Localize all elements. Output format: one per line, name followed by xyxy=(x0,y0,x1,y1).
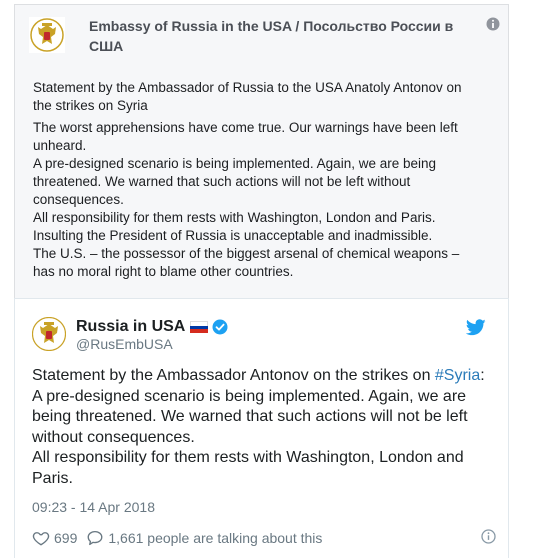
text-line: The U.S. – the possessor of the biggest … xyxy=(33,246,460,261)
text-line: without consequences. xyxy=(32,428,195,446)
text-line: Paris. xyxy=(32,469,73,487)
text-line: Insulting the President of Russia is una… xyxy=(33,228,433,243)
facebook-page-name[interactable]: Embassy of Russia in the USA / Посольств… xyxy=(89,16,489,56)
verified-badge-icon xyxy=(212,319,228,335)
like-button[interactable]: 699 xyxy=(32,529,77,547)
info-icon[interactable] xyxy=(481,529,496,544)
text-line: unheard. xyxy=(33,138,87,153)
text-fragment: : xyxy=(480,367,485,384)
facebook-post-header: Embassy of Russia in the USA / Посольств… xyxy=(25,13,500,57)
tweet-actions: 699 1,661 people are talking about this xyxy=(32,529,331,547)
text-fragment: Statement by the Ambassador Antonov on t… xyxy=(32,367,435,384)
tweet-card: Russia in USA @RusEmbUSA Statement by th… xyxy=(14,298,509,558)
heart-icon xyxy=(32,532,50,546)
like-count: 699 xyxy=(54,530,78,546)
text-line: A pre-designed scenario is being impleme… xyxy=(32,387,467,405)
conversation-link[interactable]: 1,661 people are talking about this xyxy=(86,529,322,547)
facebook-post-body: Statement by the Ambassador of Russia to… xyxy=(33,79,483,285)
hashtag-link[interactable]: #Syria xyxy=(435,367,480,384)
text-line: Statement by the Ambassador Antonov on t… xyxy=(32,366,497,387)
text-line: A pre-designed scenario is being impleme… xyxy=(33,156,437,171)
russian-coat-of-arms-icon[interactable] xyxy=(29,17,65,53)
text-line: All responsibility for them rests with W… xyxy=(33,210,436,225)
twitter-bird-icon[interactable] xyxy=(466,319,486,336)
tweet-text: Statement by the Ambassador Antonov on t… xyxy=(32,366,497,489)
text-line: consequences. xyxy=(33,192,124,207)
text-line: has no moral right to blame other countr… xyxy=(33,264,294,279)
speech-bubble-icon xyxy=(87,530,103,546)
tweet-display-name[interactable]: Russia in USA xyxy=(76,317,185,337)
tweet-author[interactable]: Russia in USA xyxy=(76,317,228,337)
text-line: Statement by the Ambassador of Russia to… xyxy=(33,80,462,95)
tweet-handle[interactable]: @RusEmbUSA xyxy=(76,336,173,352)
facebook-post-paragraph: The worst apprehensions have come true. … xyxy=(33,119,483,281)
text-line: threatened. We warned that such actions … xyxy=(33,174,411,189)
text-line: All responsibility for them rests with W… xyxy=(32,449,464,466)
facebook-post-card: Embassy of Russia in the USA / Посольств… xyxy=(14,4,509,300)
info-icon[interactable] xyxy=(486,17,500,31)
tweet-timestamp[interactable]: 09:23 - 14 Apr 2018 xyxy=(32,499,155,515)
text-line: The worst apprehensions have come true. … xyxy=(33,120,458,135)
russia-flag-icon xyxy=(190,321,209,334)
talking-count: 1,661 people are talking about this xyxy=(108,530,323,546)
text-line: being threatened. We warned that such ac… xyxy=(32,408,468,425)
facebook-post-paragraph: Statement by the Ambassador of Russia to… xyxy=(33,79,483,115)
russian-coat-of-arms-icon[interactable] xyxy=(32,317,66,351)
text-line: the strikes on Syria xyxy=(33,98,148,113)
